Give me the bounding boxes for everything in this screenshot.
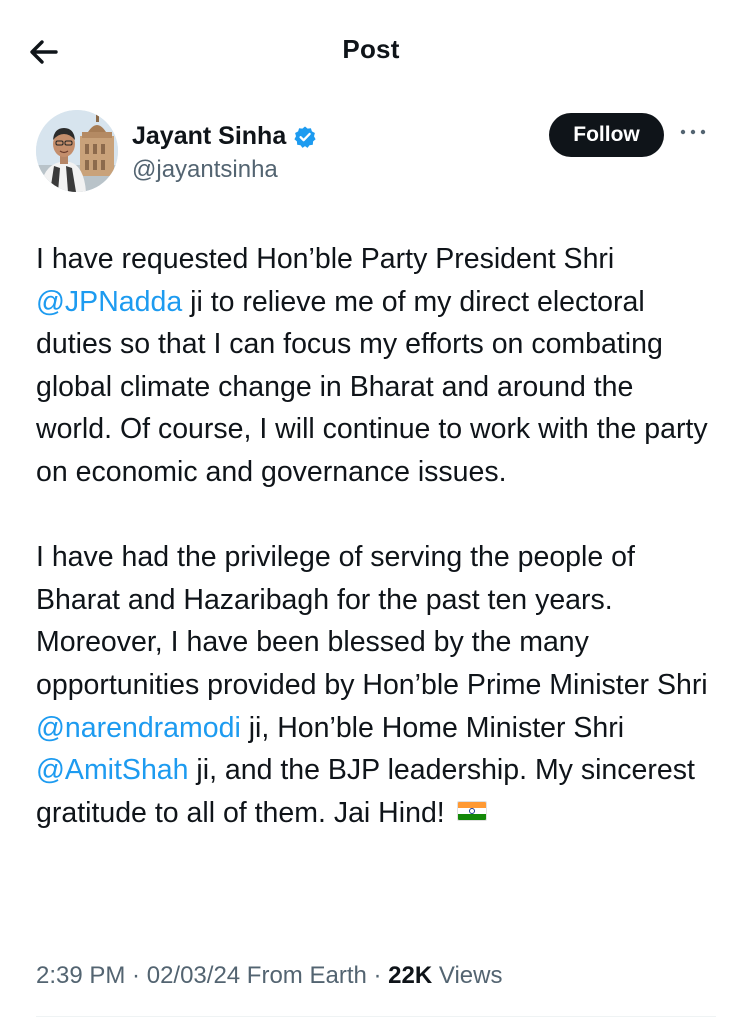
follow-button[interactable]: Follow <box>549 113 664 157</box>
post-metadata: 2:39 PM · 02/03/24 From Earth · 22K View… <box>36 962 502 990</box>
avatar-photo <box>36 110 118 192</box>
separator-dot: · <box>125 962 147 989</box>
text-segment: I have requested Hon’ble Party President… <box>36 243 615 275</box>
more-horizontal-icon <box>680 129 706 135</box>
mention-link[interactable]: @narendramodi <box>36 712 241 744</box>
page-title: Post <box>342 34 400 64</box>
post-source: From Earth <box>240 962 367 989</box>
verified-badge-icon <box>294 126 316 148</box>
post-time[interactable]: 2:39 PM <box>36 962 125 989</box>
more-options-button[interactable] <box>676 120 710 144</box>
name-row: Jayant Sinha <box>132 122 317 151</box>
text-segment: I have had the privilege of serving the … <box>36 541 708 701</box>
separator-dot: · <box>366 962 389 989</box>
avatar[interactable] <box>36 110 118 192</box>
text-segment: ji, Hon’ble Home Minister Shri <box>240 711 625 744</box>
user-handle[interactable]: @jayantsinha <box>132 156 278 184</box>
post-text: I have requested Hon’ble Party President… <box>36 238 716 834</box>
post-paragraph-1: I have requested Hon’ble Party President… <box>36 238 716 494</box>
top-bar: Post <box>0 0 742 100</box>
display-name[interactable]: Jayant Sinha <box>132 122 286 151</box>
mention-link[interactable]: @AmitShah <box>36 754 189 786</box>
views-label: Views <box>432 962 503 989</box>
views-count[interactable]: 22K <box>388 962 432 989</box>
author-row: Jayant Sinha @jayantsinha Follow <box>36 110 716 194</box>
post-date[interactable]: 02/03/24 <box>147 962 240 989</box>
divider <box>36 1016 716 1017</box>
post-paragraph-2: I have had the privilege of serving the … <box>36 536 716 834</box>
india-flag-icon <box>456 801 487 822</box>
mention-link[interactable]: @JPNadda <box>36 286 182 318</box>
